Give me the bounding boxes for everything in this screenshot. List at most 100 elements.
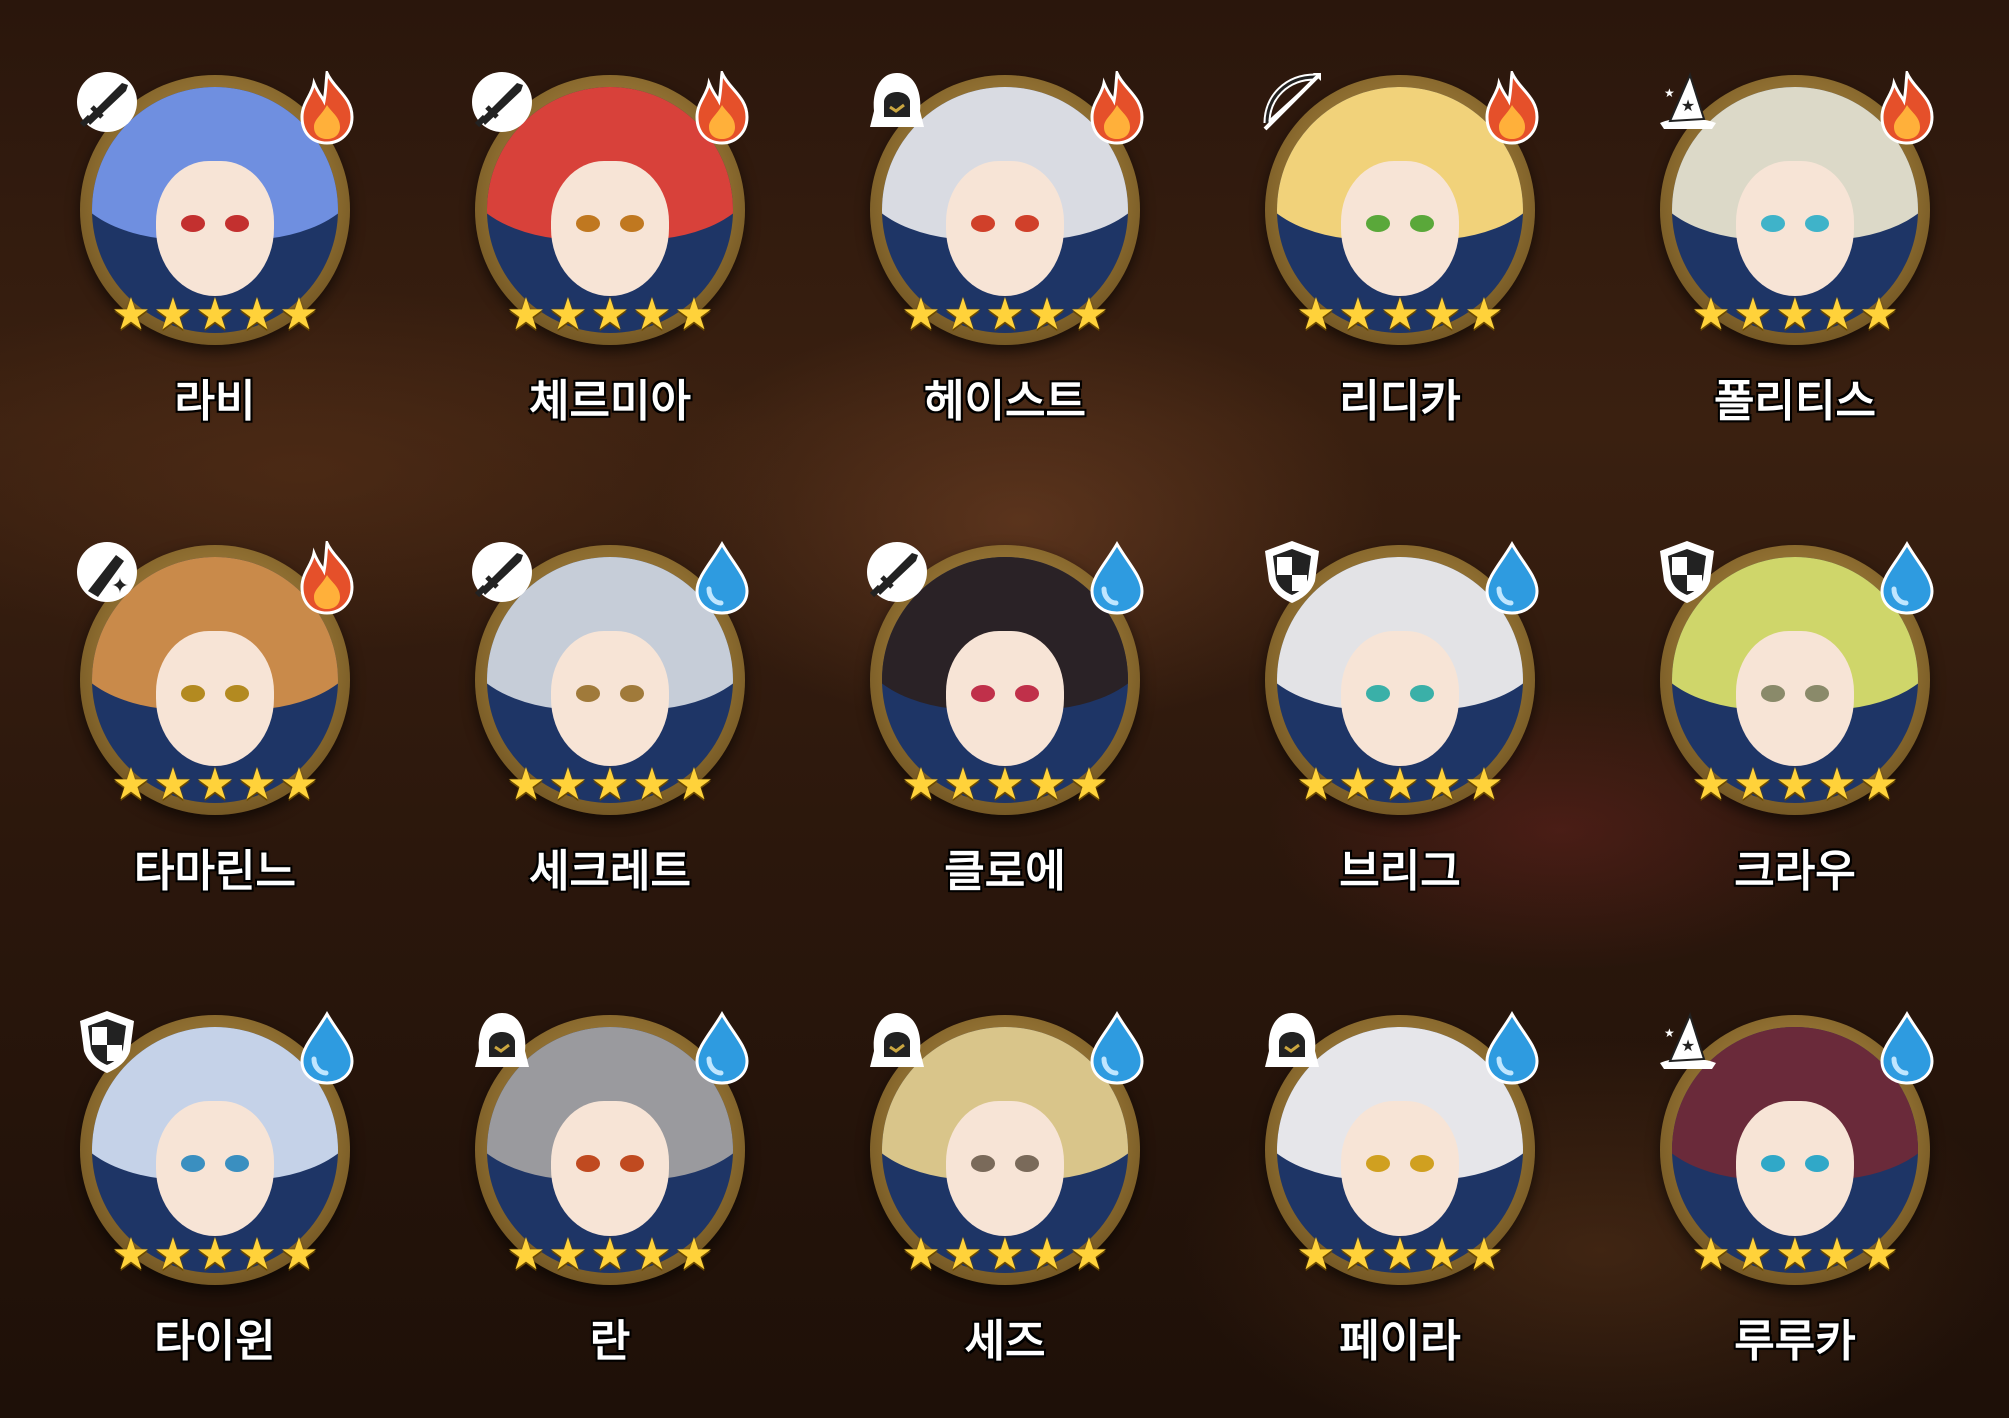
character-card[interactable]: ★ ★ ★ ★ ★ ★ ★ 루루카: [1660, 1011, 1980, 1375]
fire-element-icon: [1084, 67, 1150, 145]
character-card[interactable]: ★ ★ ★ ★ ★ 페이라: [1265, 1011, 1585, 1375]
star-icon: ★: [1380, 289, 1420, 340]
character-card[interactable]: ★ ★ ★ ★ ★ ✦ 타마린느: [77, 537, 400, 905]
tank-shield-icon: [1257, 537, 1327, 607]
mage-hat-icon: ★ ★: [1652, 67, 1722, 137]
character-name: 라비: [174, 376, 256, 427]
star-icon: ★: [237, 759, 277, 810]
star-icon: ★: [943, 759, 983, 810]
fire-element-icon: [689, 67, 755, 145]
star-rating: ★ ★ ★ ★ ★: [1293, 759, 1507, 811]
star-icon: ★: [632, 1229, 672, 1280]
star-icon: ★: [1859, 1229, 1899, 1280]
star-rating: ★ ★ ★ ★ ★: [1293, 289, 1507, 341]
assassin-hood-icon: [862, 1007, 932, 1077]
star-rating: ★ ★ ★ ★ ★: [503, 759, 717, 811]
star-icon: ★: [674, 289, 714, 340]
star-icon: ★: [506, 759, 546, 810]
star-icon: ★: [1775, 1229, 1815, 1280]
character-name: 타마린느: [134, 846, 296, 897]
star-icon: ★: [1027, 759, 1067, 810]
star-icon: ★: [1027, 289, 1067, 340]
star-icon: ★: [279, 1229, 319, 1280]
fire-element-icon: [1479, 67, 1545, 145]
archer-bow-icon: [1257, 67, 1327, 137]
svg-text:★: ★: [1681, 96, 1695, 115]
knight-sword-icon: [467, 67, 537, 137]
star-icon: ★: [1422, 759, 1462, 810]
character-card[interactable]: ★ ★ ★ ★ ★ 클로에: [867, 541, 1190, 905]
star-icon: ★: [1422, 1229, 1462, 1280]
star-rating: ★ ★ ★ ★ ★: [1688, 1229, 1902, 1281]
star-icon: ★: [1691, 1229, 1731, 1280]
star-icon: ★: [1380, 759, 1420, 810]
water-element-icon: [1874, 1011, 1940, 1085]
character-name: 체르미아: [529, 376, 691, 427]
knight-sword-icon: [72, 67, 142, 137]
assassin-hood-icon: [1257, 1007, 1327, 1077]
star-icon: ★: [1817, 289, 1857, 340]
star-rating: ★ ★ ★ ★ ★: [108, 289, 322, 341]
star-icon: ★: [901, 759, 941, 810]
star-icon: ★: [195, 1229, 235, 1280]
svg-text:★: ★: [1681, 1036, 1695, 1055]
character-card[interactable]: ★ ★ ★ ★ ★ 란: [475, 1011, 795, 1375]
character-card[interactable]: ★ ★ ★ ★ ★ 세즈: [870, 1011, 1190, 1375]
star-icon: ★: [548, 1229, 588, 1280]
star-icon: ★: [674, 1229, 714, 1280]
star-icon: ★: [674, 759, 714, 810]
character-card[interactable]: ★ ★ ★ ★ ★ 체르미아: [472, 67, 795, 435]
star-icon: ★: [1859, 289, 1899, 340]
star-icon: ★: [1464, 759, 1504, 810]
fire-element-icon: [294, 537, 360, 615]
star-icon: ★: [985, 289, 1025, 340]
character-name: 크라우: [1734, 846, 1856, 897]
mage-hat-icon: ★ ★: [1652, 1007, 1722, 1077]
star-icon: ★: [1380, 1229, 1420, 1280]
star-icon: ★: [1817, 759, 1857, 810]
character-name: 세크레트: [529, 846, 691, 897]
assassin-hood-icon: [467, 1007, 537, 1077]
star-icon: ★: [1296, 289, 1336, 340]
star-icon: ★: [195, 759, 235, 810]
water-element-icon: [689, 1011, 755, 1085]
water-element-icon: [689, 541, 755, 615]
character-card[interactable]: ★ ★ ★ ★ ★ ★ ★ 폴리티스: [1660, 67, 1980, 435]
character-card[interactable]: ★ ★ ★ ★ ★ 리디카: [1263, 67, 1585, 435]
assassin-hood-icon: [862, 67, 932, 137]
water-element-icon: [1084, 1011, 1150, 1085]
character-name: 폴리티스: [1714, 376, 1876, 427]
star-icon: ★: [901, 289, 941, 340]
star-icon: ★: [1859, 759, 1899, 810]
star-icon: ★: [943, 1229, 983, 1280]
star-icon: ★: [1338, 289, 1378, 340]
character-name: 브리그: [1339, 846, 1461, 897]
star-rating: ★ ★ ★ ★ ★: [108, 1229, 322, 1281]
star-rating: ★ ★ ★ ★ ★: [1293, 1229, 1507, 1281]
character-card[interactable]: ★ ★ ★ ★ ★ 헤이스트: [870, 67, 1190, 435]
star-rating: ★ ★ ★ ★ ★: [1688, 759, 1902, 811]
star-rating: ★ ★ ★ ★ ★: [108, 759, 322, 811]
star-icon: ★: [1338, 1229, 1378, 1280]
character-name: 리디카: [1339, 376, 1461, 427]
knight-sword-icon: [862, 537, 932, 607]
star-icon: ★: [632, 289, 672, 340]
character-card[interactable]: ★ ★ ★ ★ ★ 타이윈: [80, 1011, 400, 1375]
star-icon: ★: [1338, 759, 1378, 810]
star-icon: ★: [985, 759, 1025, 810]
star-icon: ★: [1296, 1229, 1336, 1280]
character-card[interactable]: ★ ★ ★ ★ ★ 세크레트: [472, 541, 795, 905]
star-icon: ★: [1296, 759, 1336, 810]
supporter-star-icon: ✦: [72, 537, 142, 607]
character-card[interactable]: ★ ★ ★ ★ ★ 라비: [77, 67, 400, 435]
star-icon: ★: [1422, 289, 1462, 340]
character-grid: ★ ★ ★ ★ ★ 라비 ★ ★ ★ ★ ★ 체르미아 ★ ★ ★ ★ ★ 헤이스트 ★ ★ ★ ★ ★ 리디카 ★ ★ ★ ★ ★ ★ ★…: [0, 0, 2009, 1418]
character-card[interactable]: ★ ★ ★ ★ ★ 크라우: [1660, 541, 1980, 905]
star-icon: ★: [1775, 289, 1815, 340]
character-card[interactable]: ★ ★ ★ ★ ★ 브리그: [1265, 541, 1585, 905]
star-icon: ★: [237, 289, 277, 340]
star-rating: ★ ★ ★ ★ ★: [1688, 289, 1902, 341]
character-name: 세즈: [964, 1316, 1046, 1367]
svg-text:★: ★: [1664, 1026, 1675, 1040]
star-icon: ★: [590, 289, 630, 340]
